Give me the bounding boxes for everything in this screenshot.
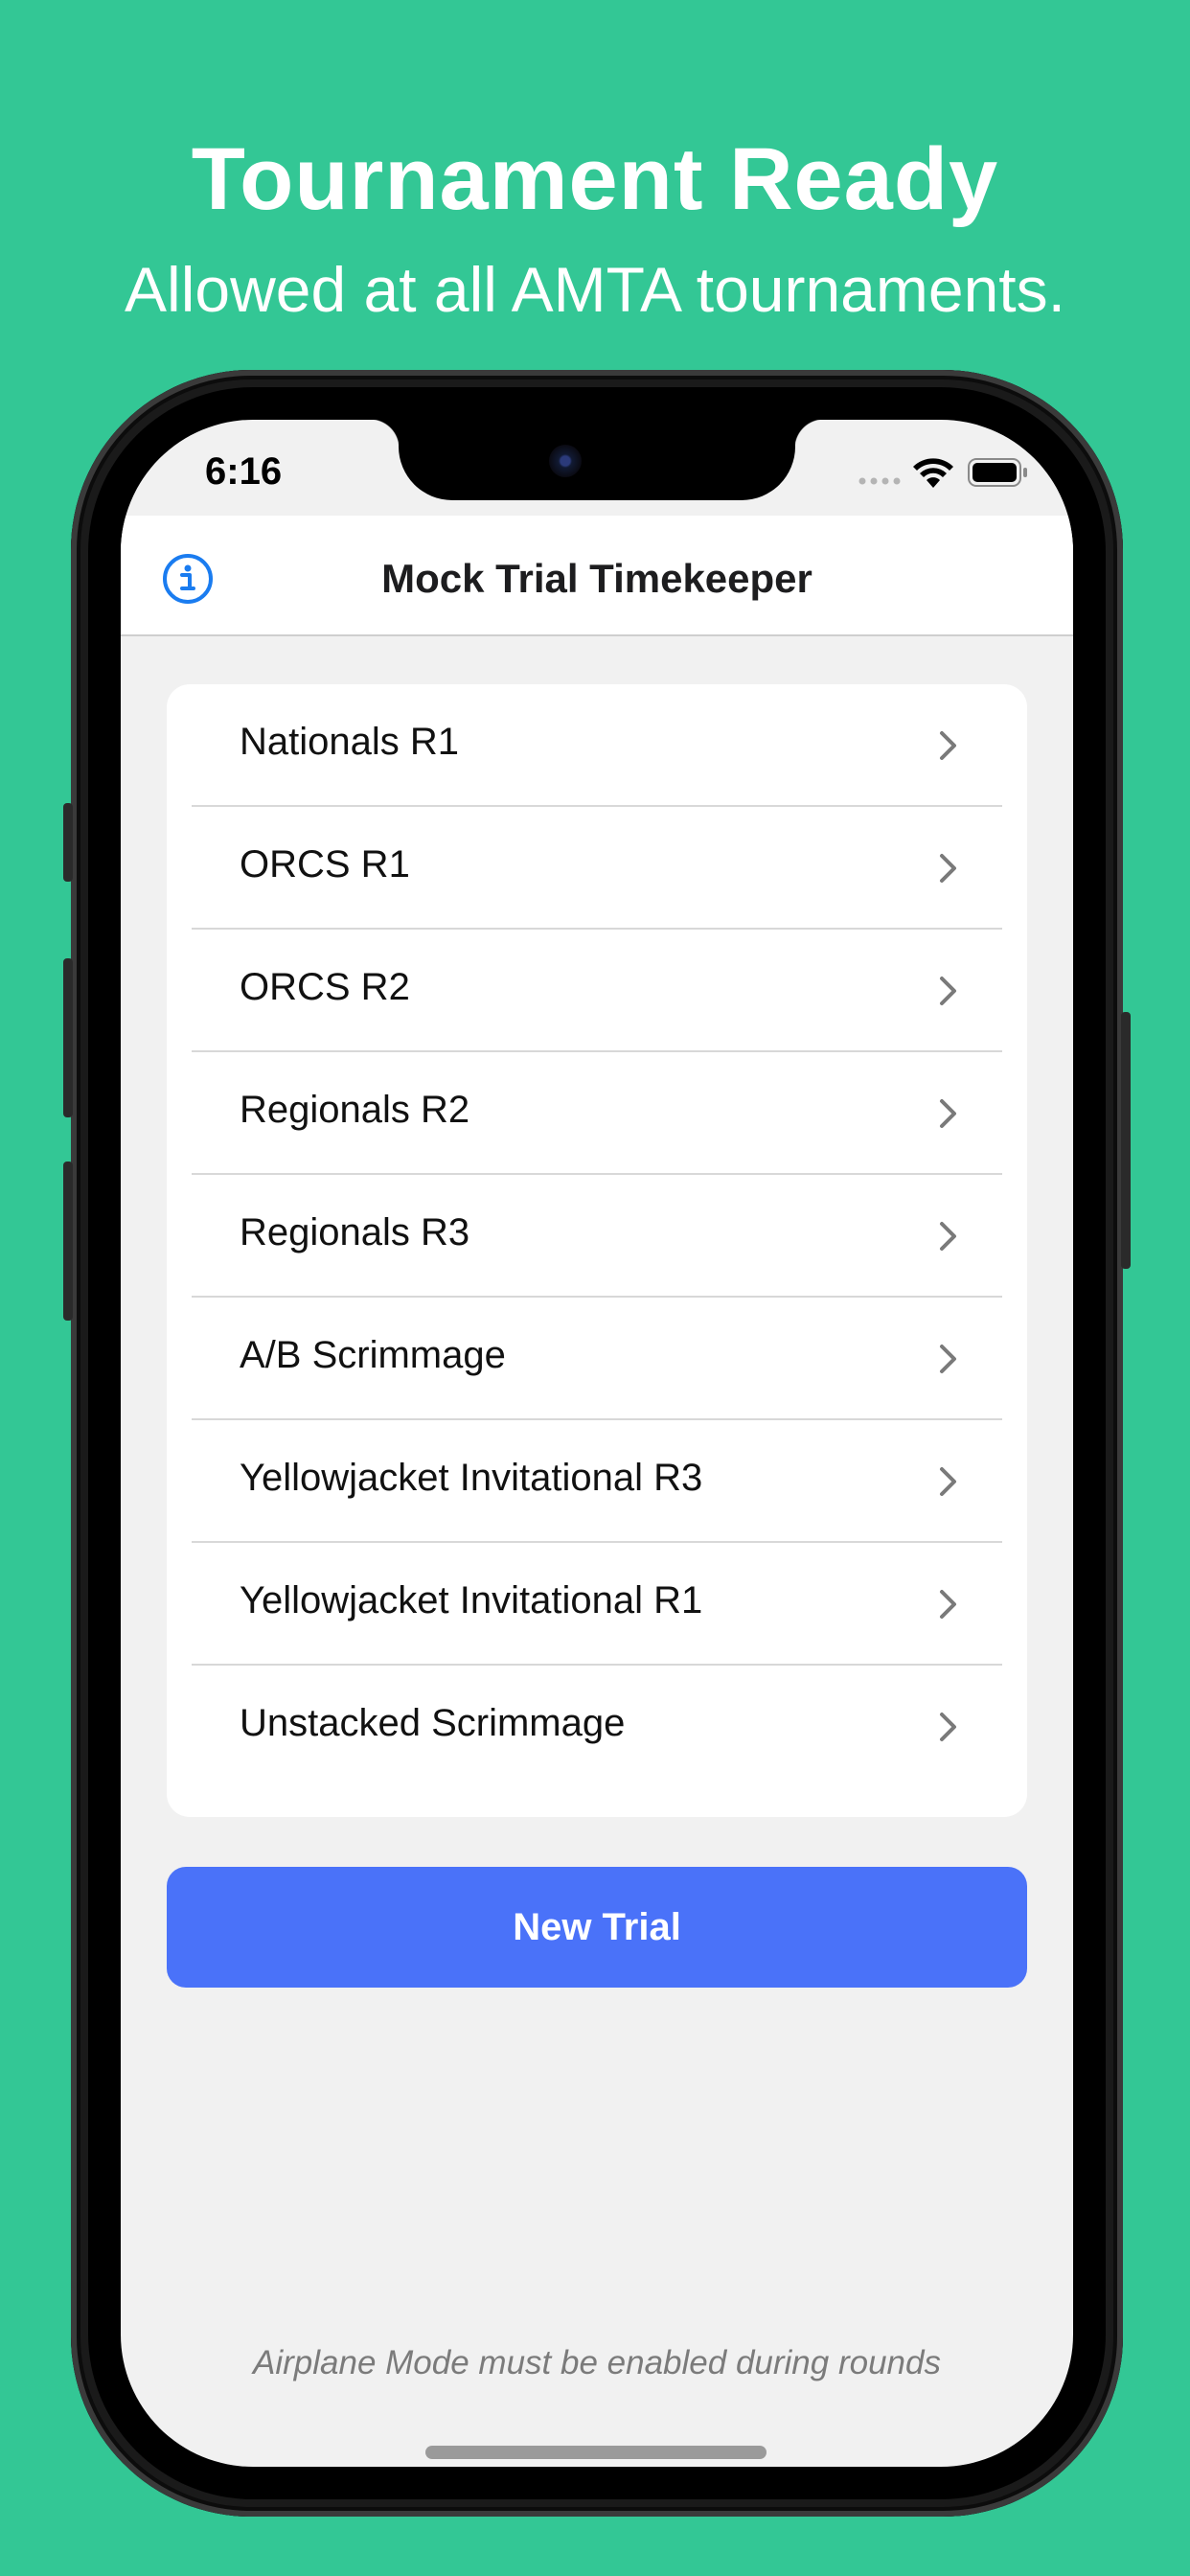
- trial-row[interactable]: ORCS R2: [167, 930, 1027, 1052]
- phone-screen: 6:16 Mock Trial Timekeeper Nationals R1 …: [121, 420, 1073, 2467]
- camera-icon: [549, 445, 582, 477]
- trial-row[interactable]: Yellowjacket Invitational R1: [167, 1543, 1027, 1666]
- trial-row-label: Yellowjacket Invitational R1: [240, 1579, 703, 1622]
- chevron-right-icon: [940, 1222, 956, 1251]
- wifi-icon: [913, 458, 953, 488]
- trial-list: Nationals R1 ORCS R1 ORCS R2 Regionals R…: [167, 684, 1027, 1817]
- trial-row-label: A/B Scrimmage: [240, 1334, 506, 1376]
- phone-side-button: [63, 803, 73, 882]
- trial-row-label: Yellowjacket Invitational R3: [240, 1457, 703, 1499]
- chevron-right-icon: [940, 977, 956, 1005]
- chevron-right-icon: [940, 854, 956, 883]
- phone-side-button: [63, 958, 73, 1117]
- trial-row[interactable]: A/B Scrimmage: [167, 1298, 1027, 1420]
- status-time: 6:16: [205, 450, 283, 493]
- signal-icon: [858, 477, 901, 485]
- trial-row-label: Regionals R2: [240, 1089, 470, 1131]
- phone-side-button: [63, 1162, 73, 1321]
- trial-row[interactable]: Regionals R2: [167, 1052, 1027, 1175]
- trial-row-label: ORCS R2: [240, 966, 410, 1008]
- chevron-right-icon: [940, 731, 956, 760]
- airplane-mode-note: Airplane Mode must be enabled during rou…: [253, 2344, 941, 2381]
- home-indicator[interactable]: [425, 2446, 767, 2459]
- phone-notch: [370, 420, 824, 500]
- navigation-bar: Mock Trial Timekeeper: [121, 516, 1073, 636]
- chevron-right-icon: [940, 1345, 956, 1373]
- nav-title: Mock Trial Timekeeper: [381, 556, 812, 601]
- trial-row[interactable]: Unstacked Scrimmage: [167, 1666, 1027, 1788]
- chevron-right-icon: [940, 1467, 956, 1496]
- promo-subhead: Allowed at all AMTA tournaments.: [125, 254, 1065, 325]
- trial-row-label: Nationals R1: [240, 721, 460, 763]
- trial-row[interactable]: Yellowjacket Invitational R3: [167, 1420, 1027, 1543]
- chevron-right-icon: [940, 1713, 956, 1741]
- trial-row[interactable]: Nationals R1: [167, 684, 1027, 807]
- trial-row-label: Regionals R3: [240, 1211, 470, 1254]
- new-trial-button[interactable]: New Trial: [167, 1867, 1027, 1988]
- promo-headline: Tournament Ready: [191, 130, 999, 228]
- trial-row-label: Unstacked Scrimmage: [240, 1702, 626, 1744]
- chevron-right-icon: [940, 1099, 956, 1128]
- chevron-right-icon: [940, 1590, 956, 1619]
- battery-icon: [968, 458, 1027, 487]
- trial-row[interactable]: ORCS R1: [167, 807, 1027, 930]
- phone-side-button: [1121, 1012, 1131, 1269]
- trial-row[interactable]: Regionals R3: [167, 1175, 1027, 1298]
- trial-row-label: ORCS R1: [240, 843, 410, 886]
